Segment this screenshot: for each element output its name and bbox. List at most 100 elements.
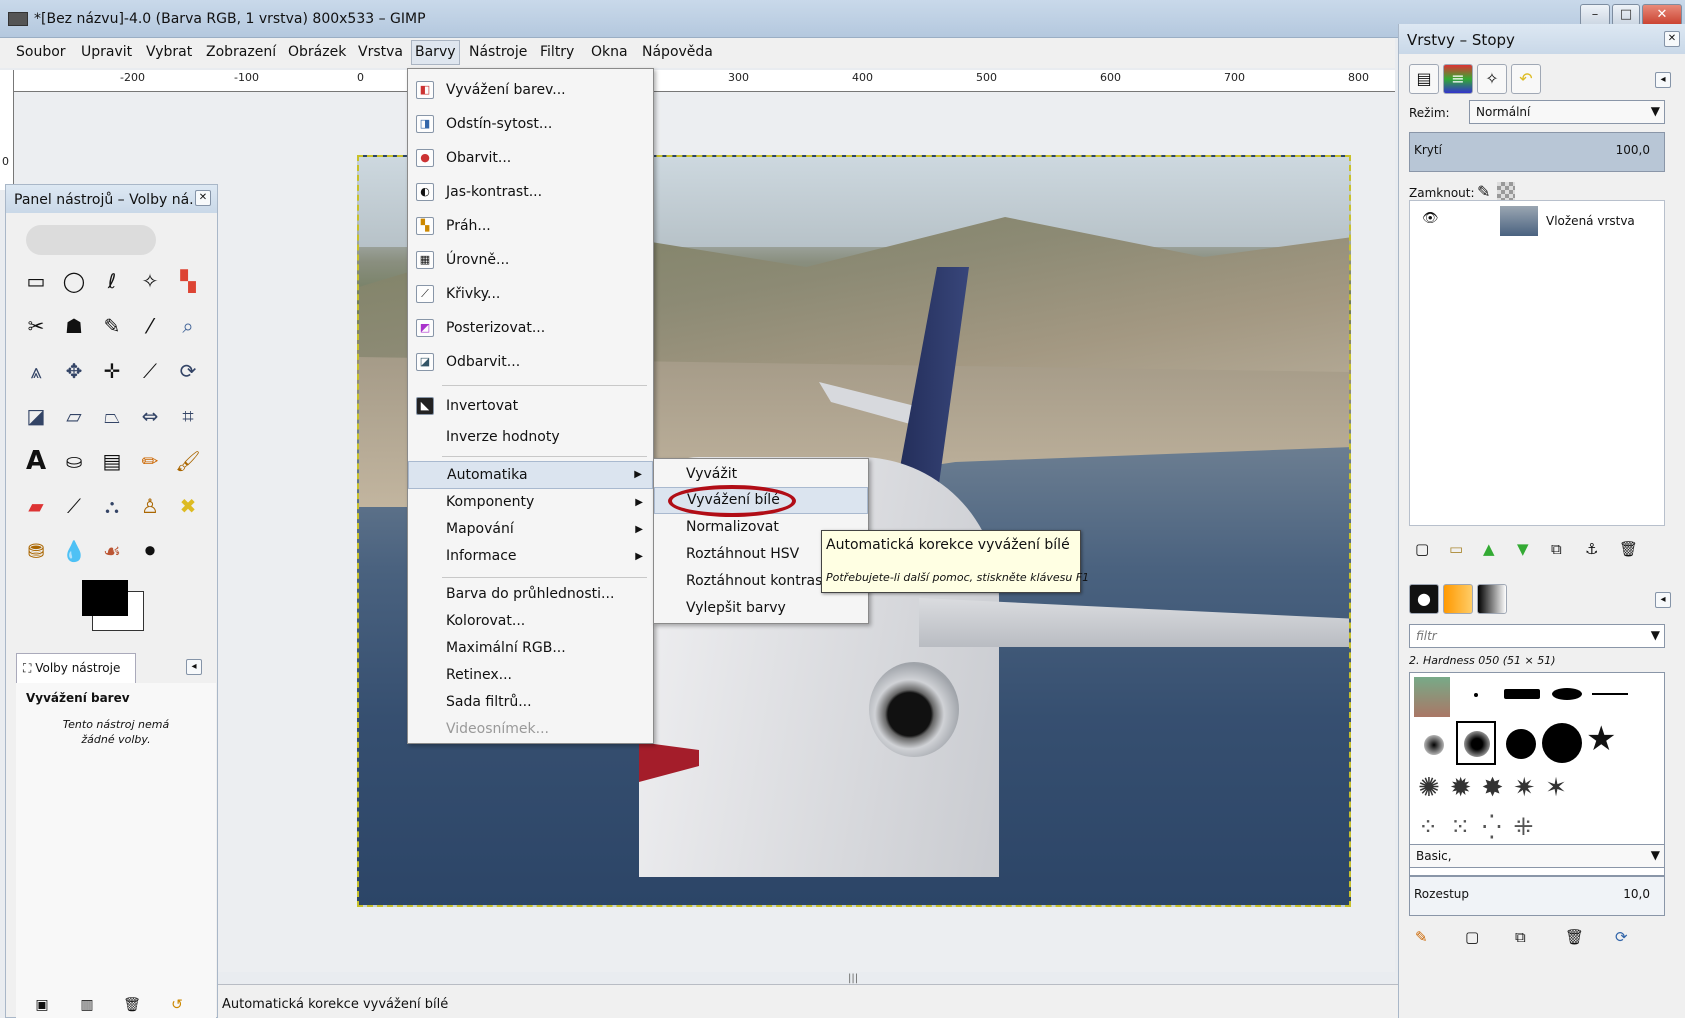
delete-brush-icon[interactable]: 🗑 (1565, 928, 1584, 946)
clone-icon[interactable]: ♙ (134, 490, 166, 522)
flip-icon[interactable]: ⇔ (134, 400, 166, 432)
align-icon[interactable]: ✛ (96, 355, 128, 387)
rect-select-icon[interactable]: ▭ (20, 265, 52, 297)
paths-tab-icon[interactable]: ✧ (1477, 64, 1507, 94)
menu-obrazek[interactable]: Obrázek (285, 44, 349, 60)
scroll-grip-icon[interactable]: ||| (848, 973, 858, 984)
paths-icon[interactable]: ✎ (96, 310, 128, 342)
magic-wand-icon[interactable]: ✧ (134, 265, 166, 297)
menu-item-odbarvit[interactable]: ◪ Odbarvit... (408, 347, 653, 377)
scissors-icon[interactable]: ✂ (20, 310, 52, 342)
brush-filter-input[interactable]: filtr ▼ (1409, 624, 1665, 648)
raise-layer-icon[interactable]: ▲ (1483, 540, 1495, 558)
menu-item-barva-do-pruhlednosti[interactable]: Barva do průhlednosti... (408, 581, 653, 608)
spacing-slider[interactable]: Rozestup 10,0 (1409, 876, 1665, 916)
splatter-brushes[interactable]: ✺✹✸✷✶ (1418, 773, 1577, 803)
mode-select[interactable]: Normální ▼ (1469, 100, 1665, 124)
color-picker-icon[interactable]: ⁄ (134, 310, 166, 342)
bucket-fill-icon[interactable]: ⛀ (58, 445, 90, 477)
select-by-color-icon[interactable]: ▚ (172, 265, 204, 297)
patterns-tab-icon[interactable] (1443, 584, 1473, 614)
pencil-icon[interactable]: ✏ (134, 445, 166, 477)
new-brush-icon[interactable]: ▢ (1465, 928, 1479, 946)
move-icon[interactable]: ✥ (58, 355, 90, 387)
maximize-button[interactable]: □ (1612, 4, 1640, 26)
menu-item-sada-filtru[interactable]: Sada filtrů... (408, 689, 653, 716)
gradient-icon[interactable]: ▤ (96, 445, 128, 477)
channels-tab-icon[interactable]: ▤ (1409, 64, 1439, 94)
reset-options-icon[interactable]: ↺ (161, 989, 193, 1018)
zoom-icon[interactable]: ⌕ (172, 310, 204, 342)
star-brush-icon[interactable]: ★ (1586, 719, 1616, 759)
refresh-brushes-icon[interactable]: ⟳ (1615, 928, 1628, 946)
brush-thumbnail[interactable] (1504, 689, 1540, 699)
ink-icon[interactable]: ⛬ (96, 490, 128, 522)
menu-item-vyvazit[interactable]: Vyvážit (654, 461, 868, 487)
measure-icon[interactable]: ⩓ (20, 355, 52, 387)
lower-layer-icon[interactable]: ▼ (1517, 540, 1529, 558)
edit-brush-icon[interactable]: ✎ (1415, 928, 1428, 946)
menu-item-urovne[interactable]: ▦ Úrovně... (408, 245, 653, 275)
menu-barvy[interactable]: Barvy (411, 40, 460, 65)
menu-item-krivky[interactable]: ⟋ Křivky... (408, 279, 653, 309)
panel-menu-icon[interactable]: ◂ (186, 659, 202, 675)
eraser-icon[interactable]: ▰ (20, 490, 52, 522)
menu-item-vylepsit-barvy[interactable]: Vylepšit barvy (654, 595, 868, 622)
menu-item-odstin-sytost[interactable]: ◨ Odstín-sytost... (408, 109, 653, 139)
menu-item-komponenty[interactable]: Komponenty ▶ (408, 489, 653, 516)
brush-thumbnail[interactable] (1542, 723, 1582, 763)
text-tool-icon[interactable]: A (20, 445, 52, 477)
menu-item-maximalni-rgb[interactable]: Maximální RGB... (408, 635, 653, 662)
duplicate-brush-icon[interactable]: ⧉ (1515, 928, 1526, 946)
brush-thumbnail-selected[interactable] (1456, 721, 1496, 765)
brush-thumbnail[interactable] (1506, 729, 1536, 759)
panel-menu-icon[interactable]: ◂ (1655, 72, 1671, 88)
brush-thumbnail[interactable] (1414, 677, 1450, 717)
menu-item-vyvazeni-barev[interactable]: ◧ Vyvážení barev... (408, 75, 653, 105)
menu-upravit[interactable]: Upravit (78, 44, 135, 60)
menu-soubor[interactable]: Soubor (13, 44, 69, 60)
new-layer-icon[interactable]: ▢ (1415, 540, 1429, 558)
minimize-button[interactable]: – (1580, 4, 1610, 26)
crop-icon[interactable]: ⟋ (134, 355, 166, 387)
heal-icon[interactable]: ✖ (172, 490, 204, 522)
rotate-icon[interactable]: ⟳ (172, 355, 204, 387)
shear-icon[interactable]: ▱ (58, 400, 90, 432)
restore-options-icon[interactable]: ▥ (71, 989, 103, 1018)
perspective-clone-icon[interactable]: ⛃ (20, 535, 52, 567)
panel-menu-icon[interactable]: ◂ (1655, 592, 1671, 608)
save-options-icon[interactable]: ▣ (26, 989, 58, 1018)
foreground-select-icon[interactable]: ☗ (58, 310, 90, 342)
undo-history-tab-icon[interactable]: ↶ (1511, 64, 1541, 94)
menu-item-inverze-hodnoty[interactable]: Inverze hodnoty (408, 422, 653, 452)
lock-pixels-icon[interactable]: ✎ (1477, 182, 1490, 201)
menu-vybrat[interactable]: Vybrat (143, 44, 195, 60)
new-layer-group-icon[interactable]: ▭ (1449, 540, 1463, 558)
menu-okna[interactable]: Okna (588, 44, 631, 60)
menu-item-jas-kontrast[interactable]: ◐ Jas-kontrast... (408, 177, 653, 207)
duplicate-layer-icon[interactable]: ⧉ (1551, 540, 1562, 558)
eye-visibility-icon[interactable]: 👁 (1422, 211, 1439, 226)
brush-thumbnail[interactable] (1474, 693, 1478, 697)
opacity-slider[interactable]: Krytí 100,0 (1409, 132, 1665, 172)
dodge-burn-icon[interactable]: ⚫ (134, 535, 166, 567)
menu-filtry[interactable]: Filtry (537, 44, 577, 60)
layer-row[interactable]: 👁 Vložená vrstva (1410, 201, 1664, 241)
anchor-layer-icon[interactable]: ⚓ (1585, 540, 1598, 558)
brush-set-select[interactable]: Basic, ▼ (1409, 844, 1665, 868)
lock-alpha-icon[interactable] (1497, 182, 1515, 200)
perspective-icon[interactable]: ⏢ (96, 400, 128, 432)
menu-item-kolorovat[interactable]: Kolorovat... (408, 608, 653, 635)
layer-list[interactable]: 👁 Vložená vrstva (1409, 200, 1665, 526)
brush-thumbnail[interactable] (1592, 693, 1628, 695)
menu-item-mapovani[interactable]: Mapování ▶ (408, 516, 653, 543)
menu-napoveda[interactable]: Nápověda (639, 44, 716, 60)
delete-options-icon[interactable]: 🗑 (116, 989, 148, 1018)
lasso-icon[interactable]: ℓ (96, 265, 128, 297)
menu-vrstva[interactable]: Vrstva (355, 44, 406, 60)
delete-layer-icon[interactable]: 🗑 (1619, 540, 1638, 558)
close-window-button[interactable]: ✕ (1642, 4, 1682, 26)
brush-thumbnail[interactable] (1552, 688, 1582, 700)
menu-nastroje[interactable]: Nástroje (466, 44, 530, 60)
menu-zobrazeni[interactable]: Zobrazení (203, 44, 279, 60)
